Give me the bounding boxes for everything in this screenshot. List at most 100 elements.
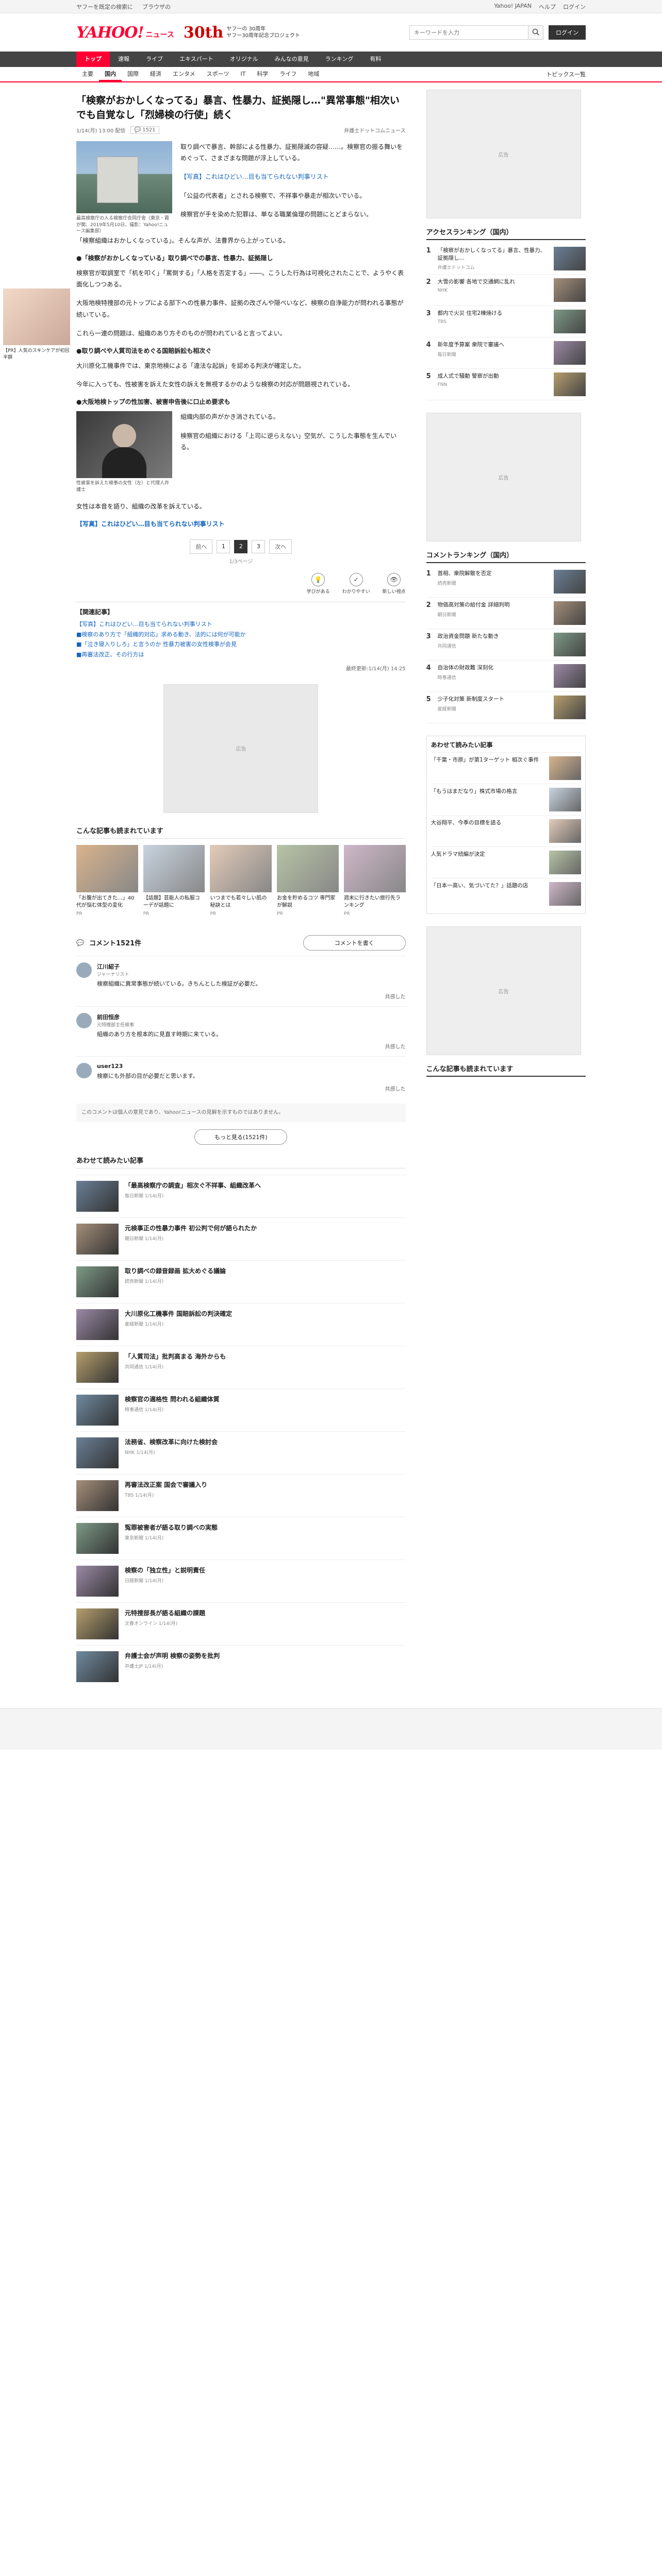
pickup-item[interactable]: 「もうはまだなり」株式市場の格言: [431, 784, 581, 815]
ranking-title: 「検察がおかしくなってる」暴言、性暴力、証拠隠し…: [437, 247, 546, 262]
ranking-item[interactable]: 2 物価高対策の給付金 詳細判明 朝日新聞: [426, 598, 586, 630]
pagination-page-3[interactable]: 3: [252, 539, 266, 553]
comment-author[interactable]: 江川紹子: [97, 962, 406, 971]
catnav-item-3[interactable]: 経済: [144, 67, 167, 81]
related-photo-link[interactable]: 【写真】これはひどい…目も当てられない判事リスト: [76, 519, 406, 528]
rec-item[interactable]: 検察官の適格性 問われる組織体質 時事通信 1/14(月): [76, 1388, 406, 1431]
gnav-item-3[interactable]: エキスパート: [171, 52, 222, 67]
pagination-page-1[interactable]: 1: [217, 539, 230, 553]
ranking-item[interactable]: 1 首相、衆院解散を否定 読売新聞: [426, 566, 586, 598]
related-link-4[interactable]: ■再審法改正、その行方は: [76, 650, 406, 660]
sidebar-ad-bottom[interactable]: 広告: [426, 926, 581, 1056]
featured-card[interactable]: 週末に行きたい旅行先ランキング PR: [343, 844, 406, 917]
gnav-item-4[interactable]: オリジナル: [222, 52, 267, 67]
article-photo-link[interactable]: 【写真】これはひどい…目も当てられない判事リスト: [180, 171, 406, 182]
rec-thumbnail: [76, 1395, 119, 1426]
gnav-item-7[interactable]: 有料: [361, 52, 389, 67]
featured-card-image: [76, 844, 138, 892]
ranking-item[interactable]: 3 政治資金問題 新たな動き 共同通信: [426, 629, 586, 661]
catnav-item-6[interactable]: IT: [235, 67, 251, 81]
catnav-item-4[interactable]: エンタメ: [167, 67, 201, 81]
utility-link-help[interactable]: ヘルプ: [539, 3, 556, 11]
reaction-clear[interactable]: ✓ わかりやすい: [342, 572, 370, 595]
catnav-item-0[interactable]: 主要: [76, 67, 99, 81]
catnav-item-1[interactable]: 国内: [99, 67, 122, 81]
featured-card[interactable]: 「お腹が出てきた…」40代が悩む体型の変化 PR: [76, 844, 138, 917]
pickup-item[interactable]: 人気ドラマ続編が決定: [431, 846, 581, 878]
rec-item[interactable]: 冤罪被害者が語る取り調べの実態 東京新聞 1/14(月): [76, 1517, 406, 1560]
search-input[interactable]: [409, 25, 528, 40]
lead-photo[interactable]: 最高検察庁の入る検察庁合同庁舎（東京・霞が関、2019年5月10日、撮影：Yah…: [76, 141, 172, 235]
ranking-item[interactable]: 4 新年度予算案 衆院で審議へ 毎日新聞: [426, 337, 586, 369]
rec-item[interactable]: 大川原化工機事件 国賠訴訟の判決確定 産経新聞 1/14(月): [76, 1303, 406, 1346]
catnav-item-8[interactable]: ライフ: [274, 67, 302, 81]
rec-item[interactable]: 検察の「独立性」と説明責任 日経新聞 1/14(月): [76, 1560, 406, 1602]
utility-link-browser[interactable]: ブラウザの: [142, 3, 171, 11]
gnav-item-6[interactable]: ランキング: [317, 52, 362, 67]
login-button[interactable]: ログイン: [549, 25, 586, 40]
yahoo-news-logo[interactable]: YAHOO! ニュース: [76, 24, 174, 42]
reaction-learned[interactable]: 💡 学びがある: [307, 572, 330, 595]
utility-link-login[interactable]: ログイン: [563, 3, 586, 11]
ranking-item[interactable]: 1 「検察がおかしくなってる」暴言、性暴力、証拠隠し… 弁護士ドットコム: [426, 243, 586, 275]
check-icon: ✓: [349, 572, 363, 586]
avatar[interactable]: [76, 1063, 92, 1079]
utility-link-default-search[interactable]: ヤフーを既定の検索に: [76, 3, 133, 11]
ranking-item[interactable]: 2 大雪の影響 各地で交通網に乱れ NHK: [426, 275, 586, 307]
search-button[interactable]: [528, 25, 543, 40]
pickup-item[interactable]: 「日本一高い、気づいてた？」話題の店: [431, 878, 581, 909]
anniversary-banner[interactable]: 30th ヤフーの 30周年 ヤフー30周年記念プロジェクト: [184, 24, 300, 42]
write-comment-button[interactable]: コメントを書く: [303, 935, 406, 951]
left-float-ad[interactable]: 【PR】人気のスキンケアが初回半額: [3, 289, 70, 361]
rec-item[interactable]: 再審法改正案 国会で審議入り TBS 1/14(月): [76, 1474, 406, 1517]
in-article-ad[interactable]: 広告: [163, 684, 319, 813]
pickup-item[interactable]: 「千葉・市原」が第1ターゲット 相次ぐ事件: [431, 752, 581, 784]
gnav-item-0[interactable]: トップ: [76, 52, 110, 67]
gnav-item-2[interactable]: ライブ: [138, 52, 171, 67]
catnav-item-2[interactable]: 国際: [122, 67, 144, 81]
catnav-item-5[interactable]: スポーツ: [201, 67, 235, 81]
pagination-page-2[interactable]: 2: [234, 539, 248, 553]
ranking-item[interactable]: 5 少子化対策 新制度スタート 産経新聞: [426, 692, 586, 724]
featured-card[interactable]: お金を貯めるコツ 専門家が解説 PR: [277, 844, 339, 917]
avatar[interactable]: [76, 962, 92, 978]
related-link-3[interactable]: ■「泣き寝入りしろ」と言うのか 性暴力被害の女性検事が会見: [76, 639, 406, 650]
featured-card[interactable]: いつまでも若々しい肌の秘訣とは PR: [210, 844, 272, 917]
catnav-item-9[interactable]: 地域: [302, 67, 325, 81]
featured-card[interactable]: 【話題】芸能人の私服コーデが話題に PR: [143, 844, 205, 917]
ranking-item[interactable]: 3 都内で火災 住宅2棟焼ける TBS: [426, 306, 586, 338]
gnav-item-5[interactable]: みんなの意見: [267, 52, 317, 67]
sidebar-ad-top[interactable]: 広告: [426, 90, 581, 218]
pagination-next[interactable]: 次へ: [269, 539, 292, 554]
pickup-item[interactable]: 大谷翔平、今季の目標を語る: [431, 815, 581, 846]
topics-list-link[interactable]: トピックス一覧: [546, 70, 586, 78]
rec-item[interactable]: 弁護士会が声明 検察の姿勢を批判 弁護士JP 1/14(月): [76, 1645, 406, 1688]
comment-like-button[interactable]: 共感した: [385, 1084, 406, 1092]
rec-source: 共同通信 1/14(月): [125, 1365, 164, 1370]
comment-like-button[interactable]: 共感した: [385, 1042, 406, 1050]
pagination-prev[interactable]: 前へ: [190, 539, 213, 554]
comment-author[interactable]: 前田恒彦: [97, 1013, 406, 1021]
comment-author[interactable]: user123: [97, 1063, 406, 1070]
related-link-1[interactable]: 【写真】これはひどい…目も当てられない判事リスト: [76, 619, 406, 630]
second-photo[interactable]: 性被害を訴えた検事の女性（左）と代理人弁護士: [76, 411, 172, 493]
rec-item[interactable]: 「最高検察庁の調査」相次ぐ不祥事、組織改革へ 毎日新聞 1/14(月): [76, 1175, 406, 1217]
more-comments-button[interactable]: もっと見る(1521件): [194, 1129, 288, 1145]
comment-count-badge[interactable]: 💬 1521: [130, 126, 159, 134]
rec-item[interactable]: 取り調べの録音録画 拡大めぐる議論 読売新聞 1/14(月): [76, 1260, 406, 1303]
reaction-new-view[interactable]: 👁 新しい視点: [383, 572, 406, 595]
rec-item[interactable]: 元検事正の性暴力事件 初公判で何が語られたか 朝日新聞 1/14(月): [76, 1217, 406, 1260]
utility-link-yahoo-japan[interactable]: Yahoo! JAPAN: [494, 3, 532, 11]
ranking-item[interactable]: 4 自治体の財政難 深刻化 時事通信: [426, 660, 586, 692]
avatar[interactable]: [76, 1012, 92, 1028]
rec-item[interactable]: 「人質司法」批判高まる 海外からも 共同通信 1/14(月): [76, 1346, 406, 1388]
left-float-text: 【PR】人気のスキンケアが初回半額: [3, 348, 70, 361]
comment-like-button[interactable]: 共感した: [385, 992, 406, 1000]
sidebar-ad-mid[interactable]: 広告: [426, 413, 581, 542]
gnav-item-1[interactable]: 速報: [110, 52, 138, 67]
catnav-item-7[interactable]: 科学: [251, 67, 274, 81]
rec-item[interactable]: 元特捜部長が語る組織の課題 文春オンライン 1/14(月): [76, 1602, 406, 1645]
rec-item[interactable]: 法務省、検察改革に向けた検討会 NHK 1/14(月): [76, 1431, 406, 1474]
related-link-2[interactable]: ■検察のあり方で「組織的対応」求める動き、法的には何が可能か: [76, 630, 406, 640]
ranking-item[interactable]: 5 成人式で騒動 警察が出動 FNN: [426, 369, 586, 401]
